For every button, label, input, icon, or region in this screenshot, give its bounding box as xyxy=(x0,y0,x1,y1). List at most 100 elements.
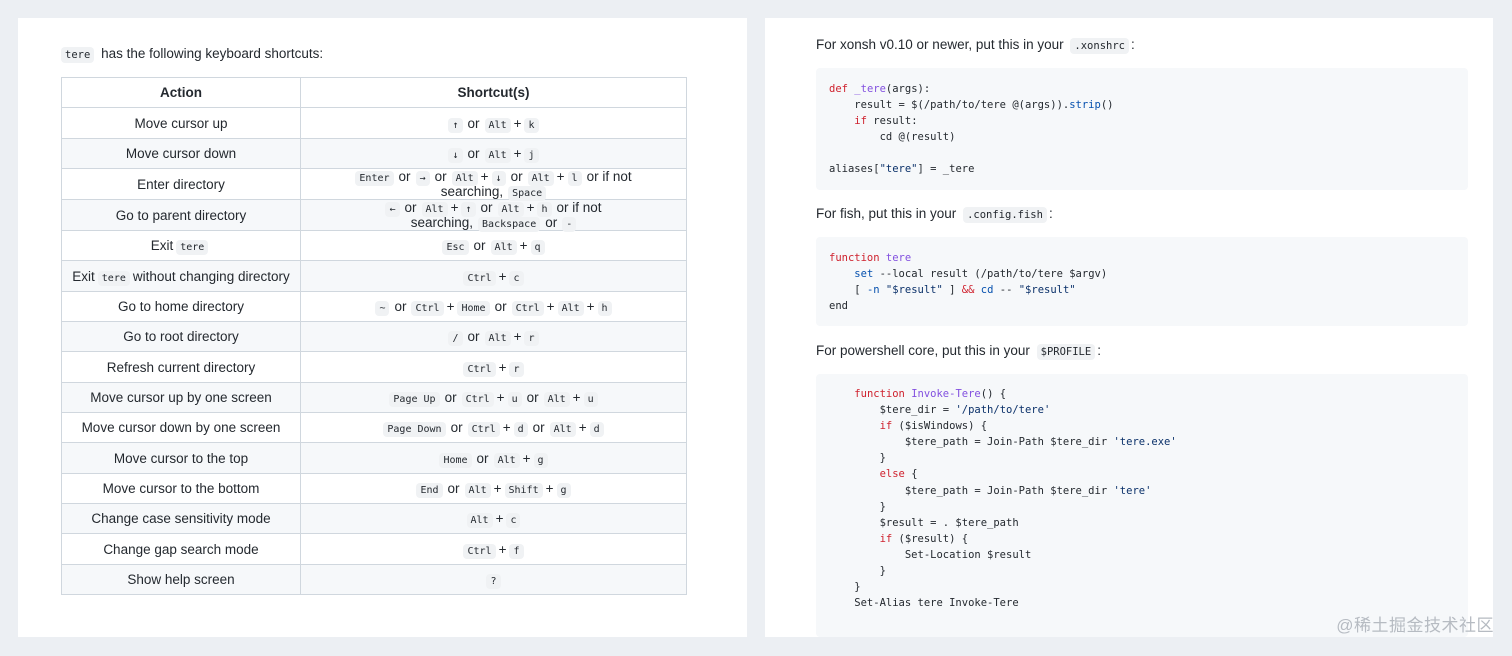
table-row: Move cursor up ↑ or Alt + k xyxy=(61,107,687,139)
code-token: "$result" xyxy=(885,284,943,297)
code-token: if xyxy=(879,420,893,433)
key-badge: Ctrl xyxy=(463,361,496,377)
table-row: Enter directory Enter or → or Alt + ↓ or Alt + l or … xyxy=(61,168,687,202)
plus-sign: + xyxy=(480,169,489,185)
key-badge: q xyxy=(530,240,545,256)
plus-sign: + xyxy=(495,511,504,527)
key-badge: → xyxy=(415,171,430,187)
table-row: Refresh current directory Ctrl + r xyxy=(61,351,687,383)
shortcut-separator: or xyxy=(467,329,480,345)
shortcuts-panel: tere has the following keyboard shortcut… xyxy=(18,18,747,637)
shortcut-separator: or xyxy=(434,169,447,185)
powershell-colon: : xyxy=(1097,343,1101,358)
powershell-intro-text: For powershell core, put this in your xyxy=(816,343,1030,358)
key-badge: h xyxy=(597,300,612,316)
plus-sign: + xyxy=(496,389,505,405)
table-row: Exit tere without changing directory Ctrl + c xyxy=(61,260,687,292)
key-badge: Ctrl xyxy=(467,422,500,438)
shortcut-cell: Ctrl + c xyxy=(300,260,687,292)
code-token: "$result" xyxy=(1018,284,1076,297)
powershell-code-line: Set-Location $result xyxy=(829,547,1468,563)
code-token: strip xyxy=(1069,99,1101,112)
key-badge: / xyxy=(448,331,463,347)
table-row: Go to home directory ~ or Ctrl + Home or Ctrl + A… xyxy=(61,290,687,323)
key-badge: Shift xyxy=(504,482,543,498)
fish-intro-text: For fish, put this in your xyxy=(816,206,957,221)
action-cell: Go to home directory xyxy=(61,290,301,323)
plus-sign: + xyxy=(498,359,507,375)
code-token: aliases[ xyxy=(829,163,880,176)
action-cell: Go to parent directory xyxy=(61,199,301,232)
plus-sign: + xyxy=(498,268,507,284)
shortcut-cell: / or Alt + r xyxy=(300,321,687,353)
code-token: else xyxy=(879,468,905,481)
key-badge: Ctrl xyxy=(511,300,544,316)
shortcut-cell: Page Down or Ctrl + d or Alt + d xyxy=(300,412,687,444)
code-token: [ xyxy=(829,284,867,297)
key-badge: g xyxy=(533,452,548,468)
shortcut-cell: Ctrl + f xyxy=(300,533,687,565)
plus-sign: + xyxy=(513,329,522,345)
fish-file-code: .config.fish xyxy=(963,207,1047,223)
code-token: end xyxy=(829,300,848,313)
shortcut-separator: or xyxy=(467,115,480,131)
shortcut-separator: or xyxy=(398,169,411,185)
shortcuts-table: Action Shortcut(s) Move cursor up ↑ or Alt +… xyxy=(61,76,687,596)
shortcut-separator: or xyxy=(444,389,457,405)
powershell-intro: For powershell core, put this in your $P… xyxy=(816,343,1101,360)
plus-sign: + xyxy=(446,298,455,314)
table-row: Change case sensitivity mode Alt + c xyxy=(61,503,687,535)
shortcut-cell: Alt + c xyxy=(300,503,687,535)
key-badge: ? xyxy=(486,573,501,589)
code-token: 'tere' xyxy=(1113,484,1152,497)
code-token: () xyxy=(1100,99,1114,112)
key-badge: Esc xyxy=(442,240,469,256)
code-token: (args): xyxy=(885,83,931,95)
code-token: ($result) { xyxy=(892,532,969,545)
xonsh-colon: : xyxy=(1130,37,1135,52)
plus-sign: + xyxy=(450,200,459,216)
shortcut-cell: Ctrl + r xyxy=(300,351,687,383)
action-cell: Enter directory xyxy=(61,168,301,201)
table-row: Move cursor down by one screen Page Down o… xyxy=(61,412,687,444)
key-badge: Alt xyxy=(464,482,491,498)
header-shortcuts: Shortcut(s) xyxy=(300,76,687,109)
table-row: Move cursor down ↓ or Alt + j xyxy=(61,137,687,170)
key-badge: Alt xyxy=(484,147,511,163)
powershell-code-line: } xyxy=(829,499,1468,515)
code-token: --local result (/path/to/tere $argv) xyxy=(873,268,1108,281)
key-badge: r xyxy=(509,361,524,377)
key-badge: Alt xyxy=(490,240,517,256)
action-text: Enter directory xyxy=(137,176,225,192)
plus-sign: + xyxy=(502,420,511,436)
header-action: Action xyxy=(61,76,301,109)
shortcut-separator: or xyxy=(447,480,460,496)
key-badge: u xyxy=(507,391,522,407)
code-token: && xyxy=(961,284,975,297)
key-badge: Alt xyxy=(557,300,584,316)
table-header-row: Action Shortcut(s) xyxy=(61,76,687,109)
code-token: $tere_path = Join-Path $tere_dir xyxy=(829,484,1114,497)
code-token: ] xyxy=(942,284,962,297)
xonsh-code-line: result = $(/path/to/tere @(args)).strip(… xyxy=(829,97,1468,113)
intro-line: tere has the following keyboard shortcut… xyxy=(61,46,323,63)
action-cell: Move cursor to the top xyxy=(61,442,301,474)
watermark: @稀土掘金技术社区 xyxy=(1336,616,1494,635)
key-badge: Alt xyxy=(466,513,493,529)
xonsh-intro-text: For xonsh v0.10 or newer, put this in yo… xyxy=(816,37,1064,52)
fish-code-line: [ -n "$result" ] && cd -- "$result" xyxy=(829,282,1468,298)
action-text: Move cursor up by one screen xyxy=(90,389,272,405)
action-text: Change gap search mode xyxy=(103,541,259,557)
powershell-file-code: $PROFILE xyxy=(1036,344,1096,360)
key-badge: Alt xyxy=(484,331,511,347)
code-token: $tere_path = Join-Path $tere_dir xyxy=(829,436,1114,449)
plus-sign: + xyxy=(545,480,554,496)
plus-sign: + xyxy=(519,238,528,254)
powershell-code-line: $tere_path = Join-Path $tere_dir 'tere' xyxy=(829,483,1468,499)
powershell-code-line: Set-Alias tere Invoke-Tere xyxy=(829,595,1468,611)
code-token: -- xyxy=(993,284,1019,297)
key-badge: Alt xyxy=(543,391,570,407)
